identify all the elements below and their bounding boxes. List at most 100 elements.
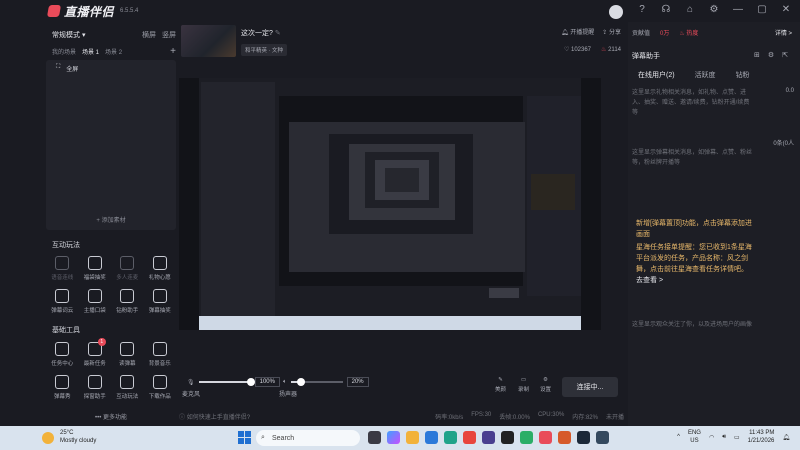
mic-volume-knob[interactable] <box>246 378 255 386</box>
speaker-volume-slider[interactable] <box>290 378 343 386</box>
user-avatar[interactable] <box>609 5 623 19</box>
taskbar-apps <box>368 431 609 444</box>
remind-button[interactable]: 🔔︎ 开播提醒 <box>561 27 594 36</box>
tool-diamond-helper[interactable]: 钻粉助手 <box>111 289 144 314</box>
fire-icon: ♨ <box>601 47 607 53</box>
tool-word-cloud[interactable]: 弹幕词云 <box>46 289 79 314</box>
monitor-icon: ⛶ <box>56 64 61 70</box>
tool-icon[interactable] <box>596 431 609 444</box>
left-panel: 常规模式 ▾ 横屏 竖屏 我的场景 场景 1 场景 2 + ⛶ 全屏 + 添加素… <box>46 22 176 426</box>
tool-bg-music[interactable]: 背景音乐 <box>144 342 177 367</box>
tool-latest-task[interactable]: 1 最新任务 <box>79 338 112 367</box>
tab-scene-2[interactable]: 场景 2 <box>105 47 122 56</box>
help-icon[interactable]: ? <box>636 4 648 15</box>
weather-icon[interactable] <box>42 432 54 444</box>
tab-online-users[interactable]: 在线用户(2) <box>638 70 675 80</box>
volume-icon[interactable]: 🔊︎ <box>722 434 726 441</box>
tab-diamond-fans[interactable]: 钻粉 <box>736 70 750 80</box>
terminal-icon[interactable] <box>501 431 514 444</box>
view-task-link[interactable]: 去查看 > <box>636 275 754 286</box>
mic-volume-slider[interactable] <box>198 378 255 386</box>
system-tray: ^ ENG US ◠ 🔊︎ ▭ 11:43 PM 1/21/2026 🔔︎ <box>677 429 790 445</box>
record-button[interactable]: ▭ 录制 <box>518 377 529 393</box>
tool-anchor-pocket[interactable]: 主播口袋 <box>79 289 112 314</box>
chrome-icon[interactable] <box>463 431 476 444</box>
tool-read-danmaku[interactable]: 读弹幕 <box>111 342 144 367</box>
taskview-icon[interactable] <box>368 431 381 444</box>
shirt-icon[interactable]: ⌂ <box>684 4 696 15</box>
speaker-icon[interactable]: 🔈︎ <box>283 379 287 386</box>
popout-icon[interactable]: ⇱ <box>782 51 788 59</box>
tool-lucky-bag[interactable]: 福袋抽奖 <box>79 256 112 281</box>
mic-icon[interactable]: 🎙︎ <box>187 379 195 386</box>
files-icon[interactable] <box>406 431 419 444</box>
gear-icon: ⚙ <box>543 377 548 383</box>
speaker-volume-knob[interactable] <box>297 378 305 386</box>
landscape-toggle[interactable]: 横屏 <box>142 30 156 40</box>
battery-icon[interactable]: ▭ <box>734 434 740 441</box>
app-window: 直播伴侣 6.5.5.4 ? ☊ ⌂ ⚙ — ▢ ✕ 常规模式 ▾ 横屏 竖屏 … <box>0 0 800 426</box>
record-icon <box>120 375 135 389</box>
speaker-volume-value[interactable]: 20% <box>346 377 369 387</box>
maximize-icon[interactable]: ▢ <box>756 4 768 15</box>
livestream-app-icon[interactable] <box>539 431 552 444</box>
mic-control: 🎙︎ 100% <box>187 377 280 387</box>
detail-link[interactable]: 详情 > <box>775 28 792 37</box>
gift-hint: 这里显示礼物相关消息，如礼物、点赞、进入、抽奖、赠送、邀请/续费，钻粉开通/续费… <box>632 90 750 116</box>
logo-mark-icon <box>46 5 62 17</box>
tool-voice-link[interactable]: 语音连线 <box>46 256 79 281</box>
app-icon[interactable] <box>482 431 495 444</box>
rank-header: 贡献值 0万 ♨ 热度 详情 > <box>632 28 792 37</box>
add-scene-button[interactable]: + <box>170 46 176 57</box>
tool-task-center[interactable]: 任务中心 <box>46 342 79 367</box>
connect-button[interactable]: 连接中... <box>562 377 618 397</box>
taskbar-search[interactable]: ⌕ Search <box>256 430 360 446</box>
tool-gift-wish[interactable]: 礼物心愿 <box>144 256 177 281</box>
clock[interactable]: 11:43 PM 1/21/2026 <box>748 429 775 445</box>
tool-multi-link[interactable]: 多人连麦 <box>111 256 144 281</box>
start-button[interactable] <box>238 431 251 444</box>
mode-dropdown[interactable]: 常规模式 ▾ <box>52 30 85 40</box>
tool-danmaku-lottery[interactable]: 弹幕抽奖 <box>144 289 177 314</box>
minimize-icon[interactable]: — <box>732 4 744 15</box>
window-controls: ? ☊ ⌂ ⚙ — ▢ ✕ <box>636 4 792 15</box>
tool-danmaku-show[interactable]: 弹幕秀 <box>46 375 79 400</box>
mic-volume-fill <box>198 381 251 383</box>
share-button[interactable]: ⇪ 分享 <box>602 27 621 36</box>
add-source-button[interactable]: + 添加素材 <box>46 215 176 224</box>
stream-preview[interactable] <box>179 78 601 330</box>
tool-download-works[interactable]: 下载作品 <box>144 375 177 400</box>
more-features-button[interactable]: ••• 更多功能 <box>46 412 176 421</box>
settings-icon[interactable]: ⚙ <box>708 4 720 15</box>
wifi-icon[interactable]: ◠ <box>709 434 714 441</box>
settings-icon[interactable]: ⚙ <box>768 51 774 59</box>
mic-volume-value[interactable]: 100% <box>254 377 280 387</box>
stream-title[interactable]: 这次一定? ✎ <box>241 28 281 38</box>
tab-scene-1[interactable]: 场景 1 <box>82 47 99 56</box>
notification-icon[interactable]: 🔔︎ <box>782 434 790 441</box>
store-icon[interactable] <box>425 431 438 444</box>
contrib-label[interactable]: 贡献值 <box>632 28 650 37</box>
settings-button[interactable]: ⚙ 设置 <box>540 377 551 393</box>
tool-window-helper[interactable]: 探窗助手 <box>79 375 112 400</box>
chevron-up-icon[interactable]: ^ <box>677 434 680 440</box>
stream-category[interactable]: 和平精英 · 文种 <box>241 44 287 56</box>
tab-activity[interactable]: 活跃度 <box>695 70 716 80</box>
weather-widget[interactable]: 25°C Mostly cloudy <box>60 429 96 445</box>
beauty-button[interactable]: ✎ 美颜 <box>495 377 506 393</box>
source-item-fullscreen[interactable]: ⛶ 全屏 <box>56 64 78 73</box>
close-icon[interactable]: ✕ <box>780 4 792 15</box>
wechat-icon[interactable] <box>520 431 533 444</box>
edge-icon[interactable] <box>444 431 457 444</box>
tool-interactive[interactable]: 互动玩法 <box>111 375 144 400</box>
headset-icon[interactable]: ☊ <box>660 4 672 15</box>
copilot-icon[interactable] <box>387 431 400 444</box>
language-indicator[interactable]: ENG US <box>688 429 701 445</box>
steam-icon[interactable] <box>577 431 590 444</box>
stream-cover[interactable] <box>181 25 236 57</box>
portrait-toggle[interactable]: 竖屏 <box>162 30 176 40</box>
mic-label: 麦克风 <box>182 392 201 398</box>
quickstart-link[interactable]: ⓘ 如何快速上手直播伴侣? <box>179 412 250 421</box>
pin-icon[interactable]: ⊞ <box>754 51 760 59</box>
game-icon[interactable] <box>558 431 571 444</box>
